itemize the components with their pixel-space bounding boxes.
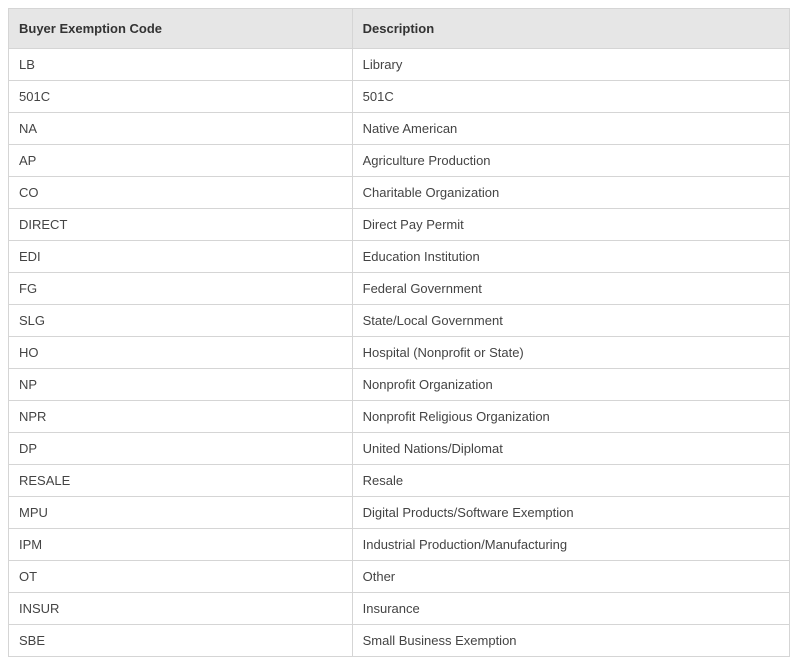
table-row: IPM Industrial Production/Manufacturing [9,529,790,561]
cell-description: State/Local Government [352,305,789,337]
header-code: Buyer Exemption Code [9,9,353,49]
table-row: AP Agriculture Production [9,145,790,177]
cell-code: INSUR [9,593,353,625]
cell-code: RESALE [9,465,353,497]
cell-code: OT [9,561,353,593]
cell-code: CO [9,177,353,209]
table-row: SBE Small Business Exemption [9,625,790,657]
cell-code: SLG [9,305,353,337]
cell-code: AP [9,145,353,177]
exemption-code-table: Buyer Exemption Code Description LB Libr… [8,8,790,657]
cell-description: United Nations/Diplomat [352,433,789,465]
cell-description: Other [352,561,789,593]
table-row: NPR Nonprofit Religious Organization [9,401,790,433]
cell-description: Agriculture Production [352,145,789,177]
cell-code: HO [9,337,353,369]
cell-description: Small Business Exemption [352,625,789,657]
cell-code: DIRECT [9,209,353,241]
cell-description: Nonprofit Religious Organization [352,401,789,433]
cell-description: Digital Products/Software Exemption [352,497,789,529]
header-description: Description [352,9,789,49]
table-row: NP Nonprofit Organization [9,369,790,401]
table-row: NA Native American [9,113,790,145]
cell-description: Native American [352,113,789,145]
table-row: INSUR Insurance [9,593,790,625]
cell-code: NP [9,369,353,401]
cell-code: DP [9,433,353,465]
table-header-row: Buyer Exemption Code Description [9,9,790,49]
table-row: OT Other [9,561,790,593]
cell-description: Nonprofit Organization [352,369,789,401]
table-row: HO Hospital (Nonprofit or State) [9,337,790,369]
cell-description: 501C [352,81,789,113]
cell-description: Education Institution [352,241,789,273]
cell-code: IPM [9,529,353,561]
cell-code: SBE [9,625,353,657]
table-row: FG Federal Government [9,273,790,305]
cell-description: Resale [352,465,789,497]
cell-code: LB [9,49,353,81]
cell-code: NA [9,113,353,145]
cell-code: MPU [9,497,353,529]
table-row: LB Library [9,49,790,81]
cell-description: Insurance [352,593,789,625]
table-row: DP United Nations/Diplomat [9,433,790,465]
table-row: DIRECT Direct Pay Permit [9,209,790,241]
table-row: CO Charitable Organization [9,177,790,209]
cell-description: Direct Pay Permit [352,209,789,241]
cell-code: FG [9,273,353,305]
cell-description: Industrial Production/Manufacturing [352,529,789,561]
table-row: SLG State/Local Government [9,305,790,337]
table-row: MPU Digital Products/Software Exemption [9,497,790,529]
cell-description: Library [352,49,789,81]
cell-code: EDI [9,241,353,273]
cell-code: NPR [9,401,353,433]
cell-description: Federal Government [352,273,789,305]
cell-description: Hospital (Nonprofit or State) [352,337,789,369]
table-row: EDI Education Institution [9,241,790,273]
cell-description: Charitable Organization [352,177,789,209]
table-row: 501C 501C [9,81,790,113]
cell-code: 501C [9,81,353,113]
table-row: RESALE Resale [9,465,790,497]
